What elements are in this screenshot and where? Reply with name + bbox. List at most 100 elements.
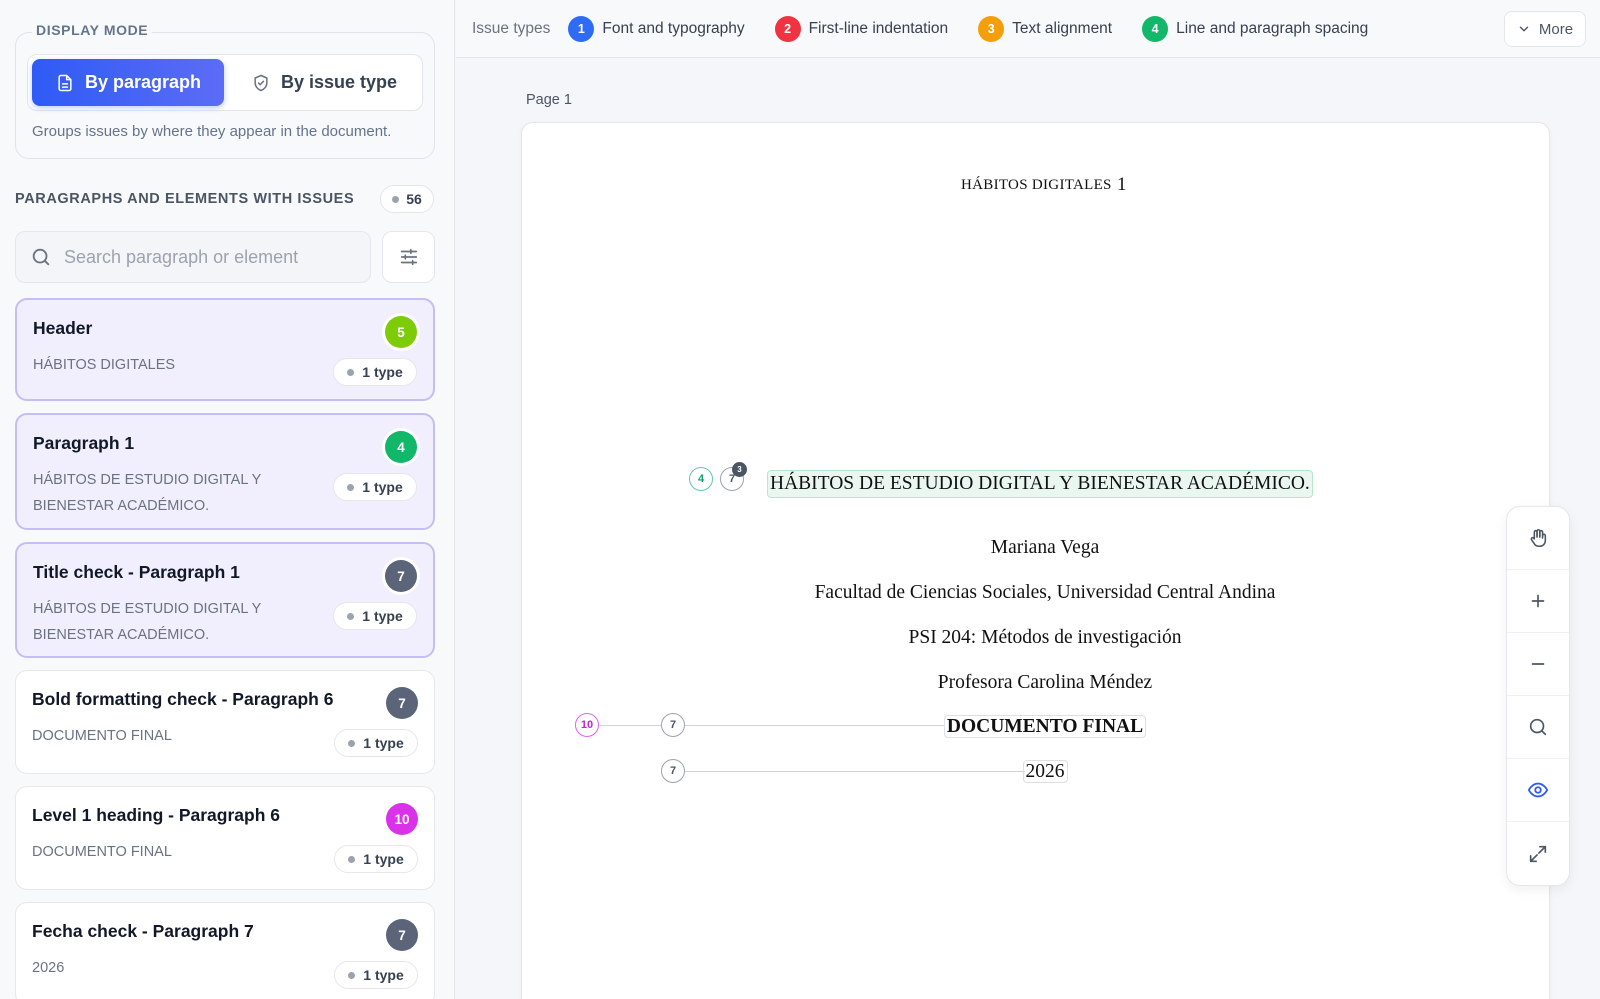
type-count-pill: 1 type bbox=[334, 845, 418, 873]
list-item-header[interactable]: Header HÁBITOS DIGITALES 5 1 type bbox=[15, 298, 435, 401]
type-dot bbox=[347, 612, 355, 620]
display-mode-legend: DISPLAY MODE bbox=[32, 22, 153, 38]
issue-type-label: First-line indentation bbox=[808, 19, 949, 37]
page-label: Page 1 bbox=[526, 92, 572, 108]
more-button[interactable]: More bbox=[1504, 11, 1586, 47]
spacing-issue-marker[interactable]: 4 bbox=[689, 467, 713, 491]
issue-number-badge: 7 bbox=[386, 687, 418, 719]
type-dot bbox=[348, 739, 356, 747]
sidebar: By paragraph By issue type Groups issues… bbox=[0, 0, 455, 999]
issue-type-indentation[interactable]: 2 First-line indentation bbox=[774, 15, 949, 42]
type-count-pill: 1 type bbox=[334, 961, 418, 989]
sliders-icon bbox=[400, 248, 417, 266]
running-head[interactable]: HÁBITOS DIGITALES bbox=[961, 177, 1112, 194]
display-mode-description: Groups issues by where they appear in th… bbox=[32, 123, 392, 140]
title-check-sub-marker: 3 bbox=[732, 462, 747, 477]
issue-type-number: 3 bbox=[978, 15, 1005, 42]
issue-type-number: 4 bbox=[1142, 15, 1169, 42]
instructor-line[interactable]: Profesora Carolina Méndez bbox=[695, 672, 1395, 694]
card-title: Paragraph 1 bbox=[33, 433, 135, 453]
display-mode-panel: By paragraph By issue type Groups issues… bbox=[15, 32, 435, 159]
zoom-out-icon bbox=[1531, 663, 1545, 665]
type-dot bbox=[348, 855, 356, 863]
card-title: Title check - Paragraph 1 bbox=[33, 562, 240, 582]
card-subtitle: HÁBITOS DE ESTUDIO DIGITAL Y BIENESTAR A… bbox=[33, 601, 262, 643]
card-subtitle: HÁBITOS DIGITALES bbox=[33, 357, 176, 373]
type-count-pill: 1 type bbox=[333, 602, 417, 630]
document-heading[interactable]: DOCUMENTO FINAL bbox=[943, 715, 1147, 738]
type-count: 1 type bbox=[362, 364, 403, 380]
count-dot bbox=[392, 195, 400, 203]
list-item-title-check[interactable]: Title check - Paragraph 1 HÁBITOS DE EST… bbox=[15, 542, 435, 658]
fullscreen-button[interactable] bbox=[1507, 822, 1569, 885]
more-label: More bbox=[1538, 20, 1574, 38]
search-input[interactable] bbox=[64, 246, 354, 268]
search-icon bbox=[1529, 718, 1547, 736]
course-line[interactable]: PSI 204: Métodos de investigación bbox=[695, 627, 1395, 649]
card-title: Fecha check - Paragraph 7 bbox=[32, 921, 254, 941]
issue-number-badge: 7 bbox=[386, 919, 418, 951]
list-item-fecha-check[interactable]: Fecha check - Paragraph 7 2026 7 1 type bbox=[15, 902, 435, 999]
pan-tool-button[interactable] bbox=[1507, 507, 1569, 570]
search-box bbox=[15, 231, 371, 283]
issue-type-number: 2 bbox=[774, 15, 801, 42]
card-subtitle: DOCUMENTO FINAL bbox=[32, 728, 172, 744]
issue-count-badge: 56 bbox=[380, 185, 434, 213]
by-paragraph-label: By paragraph bbox=[84, 72, 202, 92]
issue-number-badge: 7 bbox=[385, 560, 417, 592]
card-title: Bold formatting check - Paragraph 6 bbox=[32, 689, 334, 709]
type-dot bbox=[347, 483, 355, 491]
type-count-pill: 1 type bbox=[333, 473, 417, 501]
eye-icon bbox=[1527, 782, 1549, 798]
issue-count: 56 bbox=[406, 191, 422, 207]
find-button[interactable] bbox=[1507, 696, 1569, 759]
zoom-in-button[interactable] bbox=[1507, 570, 1569, 633]
list-item-paragraph-1[interactable]: Paragraph 1 HÁBITOS DE ESTUDIO DIGITAL Y… bbox=[15, 413, 435, 530]
by-paragraph-button[interactable]: By paragraph bbox=[32, 59, 224, 106]
issue-type-number: 1 bbox=[568, 15, 595, 42]
list-item-bold-formatting-check[interactable]: Bold formatting check - Paragraph 6 DOCU… bbox=[15, 670, 435, 774]
document-icon bbox=[58, 74, 72, 91]
type-dot bbox=[347, 368, 355, 376]
type-count-pill: 1 type bbox=[333, 358, 417, 386]
type-count-pill: 1 type bbox=[334, 729, 418, 757]
hand-icon bbox=[1530, 529, 1547, 548]
issue-number-badge: 10 bbox=[386, 803, 418, 835]
affiliation-line[interactable]: Facultad de Ciencias Sociales, Universid… bbox=[695, 582, 1395, 604]
issues-list-heading: PARAGRAPHS AND ELEMENTS WITH ISSUES bbox=[15, 191, 355, 207]
card-title: Level 1 heading - Paragraph 6 bbox=[32, 805, 280, 825]
issue-type-label: Text alignment bbox=[1012, 19, 1113, 37]
document-date[interactable]: 2026 bbox=[1022, 760, 1068, 783]
heading-level-marker[interactable]: 10 bbox=[575, 713, 599, 737]
issue-number-badge: 5 bbox=[385, 316, 417, 348]
document-page bbox=[521, 122, 1550, 999]
visibility-toggle-button[interactable] bbox=[1507, 759, 1569, 822]
date-check-marker[interactable]: 7 bbox=[661, 759, 685, 783]
list-item-level-1-heading[interactable]: Level 1 heading - Paragraph 6 DOCUMENTO … bbox=[15, 786, 435, 890]
issue-types-label: Issue types bbox=[472, 19, 551, 37]
viewer-toolbar bbox=[1506, 506, 1570, 886]
author-line[interactable]: Mariana Vega bbox=[695, 537, 1395, 559]
chevron-down-icon bbox=[1519, 26, 1529, 32]
connector-line bbox=[599, 725, 661, 726]
document-title[interactable]: HÁBITOS DE ESTUDIO DIGITAL Y BIENESTAR A… bbox=[767, 470, 1313, 498]
zoom-out-button[interactable] bbox=[1507, 633, 1569, 696]
by-issue-type-button[interactable]: By issue type bbox=[228, 59, 420, 106]
issue-type-spacing[interactable]: 4 Line and paragraph spacing bbox=[1142, 15, 1369, 42]
display-mode-toggle: By paragraph By issue type bbox=[27, 54, 423, 111]
issue-types-bar: Issue types 1 Font and typography 2 Firs… bbox=[456, 0, 1600, 58]
issue-number-badge: 4 bbox=[385, 431, 417, 463]
card-subtitle: HÁBITOS DE ESTUDIO DIGITAL Y BIENESTAR A… bbox=[33, 472, 262, 514]
issue-type-alignment[interactable]: 3 Text alignment bbox=[978, 15, 1113, 42]
type-count: 1 type bbox=[362, 608, 403, 624]
bold-check-marker[interactable]: 7 bbox=[661, 713, 685, 737]
issues-list: Header HÁBITOS DIGITALES 5 1 type Paragr… bbox=[15, 298, 435, 999]
filter-button[interactable] bbox=[382, 231, 435, 283]
issue-type-label: Line and paragraph spacing bbox=[1176, 19, 1369, 37]
card-title: Header bbox=[33, 318, 93, 338]
card-subtitle: 2026 bbox=[32, 960, 65, 976]
issue-type-font[interactable]: 1 Font and typography bbox=[568, 15, 745, 42]
shield-icon bbox=[254, 74, 268, 91]
type-count: 1 type bbox=[363, 967, 404, 983]
by-issue-type-label: By issue type bbox=[280, 72, 398, 92]
